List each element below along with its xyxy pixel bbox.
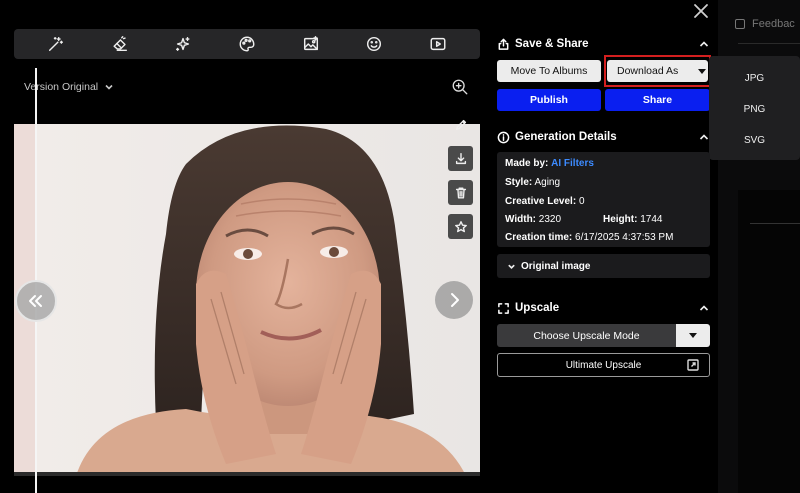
upscale-mode-select[interactable]: Choose Upscale Mode: [497, 324, 710, 347]
original-image-label: Original image: [521, 260, 591, 272]
zoom-in-icon[interactable]: [451, 78, 469, 96]
made-by-link[interactable]: AI Filters: [551, 158, 594, 169]
style-row: Style: Aging: [505, 177, 560, 188]
publish-button[interactable]: Publish: [497, 89, 601, 111]
info-icon: [497, 131, 510, 144]
generation-details-header: Generation Details: [497, 128, 710, 146]
close-button[interactable]: [693, 3, 711, 21]
chevron-up-icon[interactable]: [698, 38, 710, 50]
image-canvas[interactable]: [14, 124, 480, 476]
download-icon[interactable]: [448, 146, 473, 171]
chevron-down-icon: [508, 264, 515, 269]
next-image-button[interactable]: [435, 281, 473, 319]
video-icon[interactable]: [427, 33, 449, 55]
image-icon[interactable]: [300, 33, 322, 55]
upscale-title: Upscale: [515, 302, 560, 314]
double-chevron-icon: [29, 295, 42, 307]
style-value: Aging: [534, 177, 561, 188]
background-divider: [750, 223, 800, 224]
chevron-down-icon: [105, 84, 113, 90]
made-by-row: Made by: AI Filters: [505, 158, 594, 169]
original-image-toggle[interactable]: Original image: [497, 254, 710, 278]
image-side-tools: [448, 112, 473, 239]
creative-level-value: 0: [578, 196, 585, 207]
canvas-bottom-bar: [14, 472, 480, 476]
download-png-option[interactable]: PNG: [709, 104, 800, 115]
save-share-title: Save & Share: [515, 38, 589, 50]
smiley-icon[interactable]: [363, 33, 385, 55]
feedback-link[interactable]: Feedbac: [735, 18, 795, 30]
chevron-up-icon[interactable]: [698, 302, 710, 314]
creation-time-value: 6/17/2025 4:37:53 PM: [575, 232, 674, 243]
caret-down-icon: [689, 333, 697, 338]
move-to-albums-button[interactable]: Move To Albums: [497, 60, 601, 82]
width-value: 2320: [538, 214, 562, 225]
height-key: Height:: [603, 214, 638, 225]
width-key: Width:: [505, 214, 537, 225]
magic-wand-icon[interactable]: [45, 33, 67, 55]
generated-portrait: [36, 124, 480, 476]
star-icon[interactable]: [448, 214, 473, 239]
compare-slider-handle[interactable]: [15, 280, 57, 322]
download-jpg-option[interactable]: JPG: [709, 73, 800, 84]
edit-toolbar: [14, 29, 480, 59]
trash-icon[interactable]: [448, 180, 473, 205]
made-by-key: Made by:: [505, 158, 549, 169]
sparkles-icon[interactable]: [172, 33, 194, 55]
save-share-header: Save & Share: [497, 35, 710, 53]
ultimate-upscale-button[interactable]: Ultimate Upscale: [497, 353, 710, 377]
download-as-highlight: [604, 55, 711, 87]
upscale-mode-dropdown-button[interactable]: [676, 324, 710, 347]
feedback-icon: [735, 19, 745, 29]
creation-time-key: Creation time:: [505, 232, 573, 243]
upscale-header: Upscale: [497, 299, 710, 317]
feedback-label: Feedbac: [752, 18, 795, 30]
share-button[interactable]: Share: [605, 89, 710, 111]
palette-icon[interactable]: [236, 33, 258, 55]
share-icon: [497, 38, 510, 51]
generation-details-panel: Made by: AI Filters Style: Aging Creativ…: [497, 152, 710, 247]
width-row: Width: 2320: [505, 214, 561, 225]
creative-level-key: Creative Level:: [505, 196, 577, 207]
download-format-menu: JPG PNG SVG: [709, 56, 800, 160]
close-icon: [694, 4, 708, 18]
eraser-icon[interactable]: [109, 33, 131, 55]
background-panel: [738, 190, 800, 493]
pencil-icon[interactable]: [448, 112, 473, 137]
height-row: Height: 1744: [603, 214, 662, 225]
ultimate-upscale-label: Ultimate Upscale: [565, 359, 642, 371]
style-key: Style:: [505, 177, 533, 188]
version-selector[interactable]: Version Original: [24, 81, 114, 93]
expand-icon: [497, 302, 510, 315]
creation-time-row: Creation time: 6/17/2025 4:37:53 PM: [505, 232, 673, 243]
creative-level-row: Creative Level: 0: [505, 196, 585, 207]
upscale-mode-label: Choose Upscale Mode: [497, 324, 676, 347]
generation-details-title: Generation Details: [515, 131, 617, 143]
height-value: 1744: [640, 214, 663, 225]
download-svg-option[interactable]: SVG: [709, 135, 800, 146]
chevron-right-icon: [451, 293, 459, 307]
background-divider: [738, 43, 800, 44]
chevron-up-icon[interactable]: [698, 131, 710, 143]
external-link-icon: [687, 359, 699, 371]
